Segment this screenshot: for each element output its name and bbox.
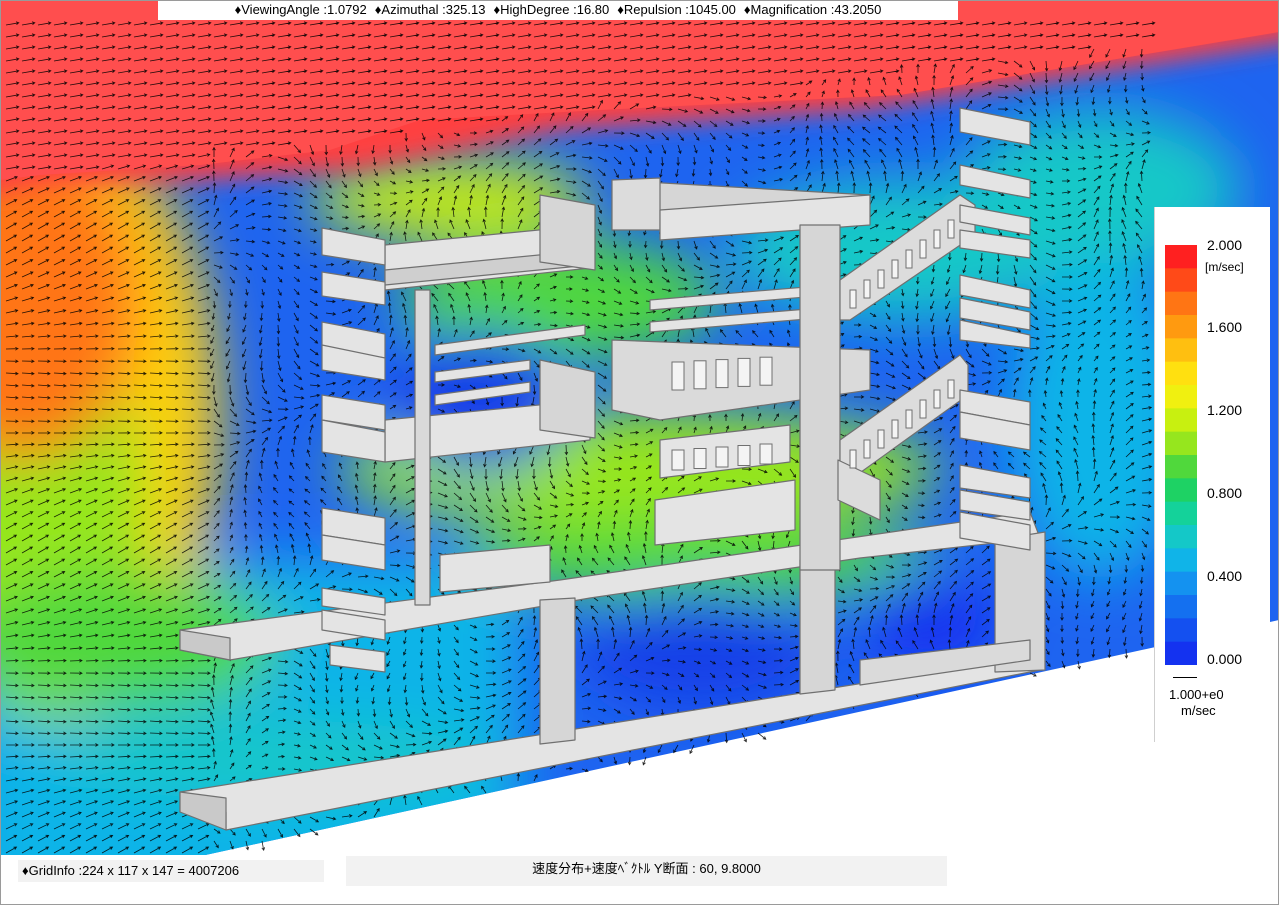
azimuthal-readout: ♦Azimuthal :325.13: [374, 2, 486, 17]
legend-label: 1.200: [1207, 402, 1243, 418]
cfd-viewer-window: ♦ViewingAngle :1.0792 ♦Azimuthal :325.13 ♦…: [0, 0, 1279, 905]
legend-label: 1.600: [1207, 319, 1243, 335]
velocity-color-legend: 2.000 [m/sec] 1.600 1.200 0.800 0.400 0.…: [1154, 207, 1270, 742]
magnification-readout: ♦Magnification :43.2050: [743, 2, 882, 17]
repulsion-readout: ♦Repulsion :1045.00: [617, 2, 736, 17]
legend-label: 0.800: [1207, 485, 1243, 501]
flow-visualization-viewport[interactable]: [0, 0, 1279, 905]
reference-vector-unit: m/sec: [1181, 703, 1216, 718]
legend-unit: [m/sec]: [1205, 260, 1244, 274]
reference-vector-value: 1.000+e0: [1169, 687, 1224, 702]
grid-info-readout: ♦GridInfo :224 x 117 x 147 = 4007206: [18, 860, 324, 882]
legend-label-min: 0.000: [1207, 651, 1243, 667]
legend-color-bar: [1165, 245, 1197, 665]
view-parameters-bar: ♦ViewingAngle :1.0792 ♦Azimuthal :325.13 ♦…: [158, 0, 958, 20]
reference-vector-arrow: [1173, 677, 1197, 678]
section-info-readout: 速度分布+速度ﾍﾞｸﾄﾙ Y断面 : 60, 9.8000: [346, 856, 947, 886]
legend-label: 0.400: [1207, 568, 1243, 584]
high-degree-readout: ♦HighDegree :16.80: [493, 2, 610, 17]
legend-label-max: 2.000: [1207, 237, 1243, 253]
viewing-angle-readout: ♦ViewingAngle :1.0792: [234, 2, 367, 17]
